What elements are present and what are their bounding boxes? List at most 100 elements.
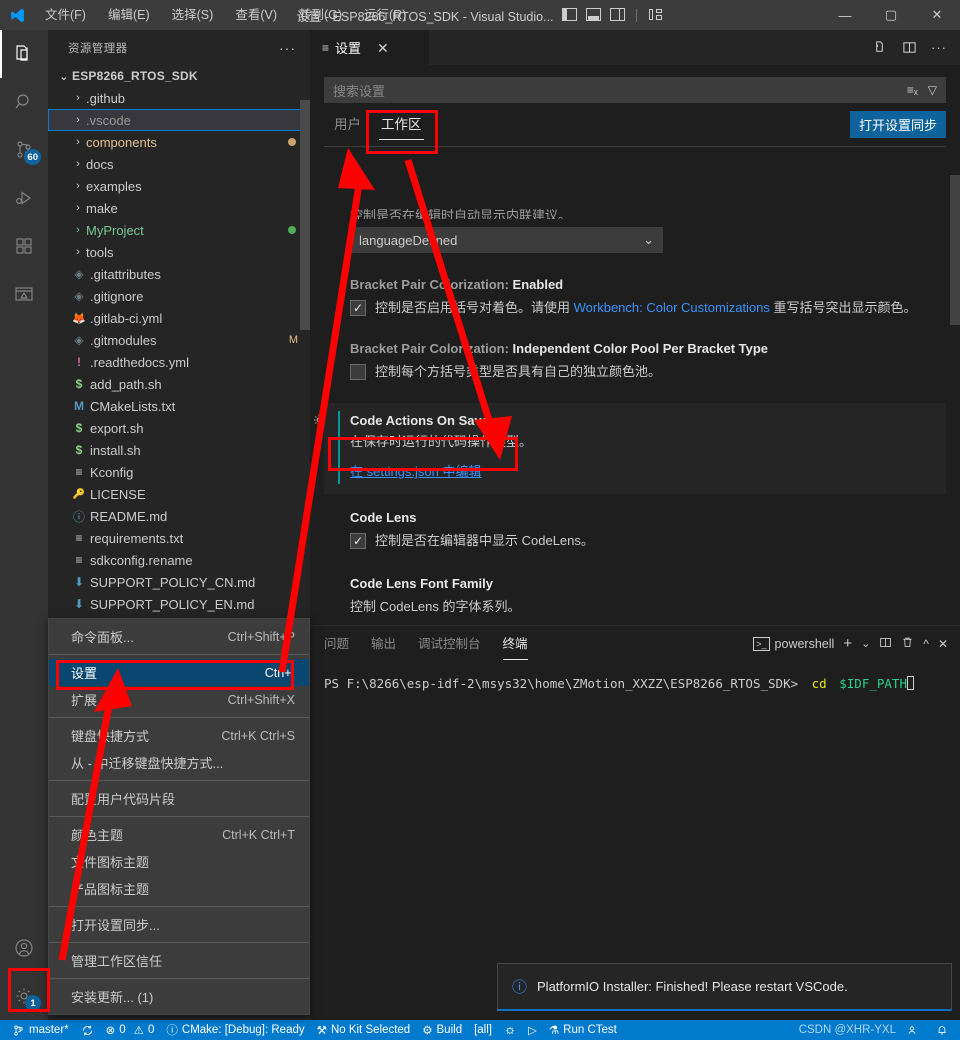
toggle-primary-sidebar-icon[interactable]: [561, 7, 578, 23]
activity-extensions[interactable]: [0, 222, 48, 270]
status-run[interactable]: ▷: [522, 1020, 543, 1040]
tree-file-install[interactable]: $ install.sh: [48, 439, 310, 461]
panel-tab-debug-console[interactable]: 调试控制台: [418, 633, 481, 654]
activity-manage-settings[interactable]: 1: [0, 972, 48, 1020]
menu-color-theme[interactable]: 颜色主题 Ctrl+K Ctrl+T: [49, 821, 309, 848]
modified-setting-gear-icon[interactable]: [312, 413, 326, 430]
maximize-panel-icon[interactable]: ^: [923, 637, 929, 651]
clear-search-icon[interactable]: ≡ₓ: [907, 83, 918, 97]
tree-file-gitmodules[interactable]: ◈ .gitmodules M: [48, 329, 310, 351]
terminal-shell-selector[interactable]: >_ powershell: [753, 636, 834, 651]
edit-in-settings-json-link[interactable]: 在 settings.json 中编辑: [350, 461, 482, 480]
status-branch[interactable]: master*: [6, 1020, 75, 1040]
customize-layout-icon[interactable]: [647, 7, 664, 23]
explorer-more-icon[interactable]: ···: [279, 40, 296, 56]
tree-file-readme[interactable]: ⓘ README.md: [48, 505, 310, 527]
status-kit[interactable]: ⚒ No Kit Selected: [311, 1020, 417, 1040]
tree-file-gitignore[interactable]: ◈ .gitignore: [48, 285, 310, 307]
tree-folder-vscode[interactable]: › .vscode: [48, 109, 310, 131]
status-ctest[interactable]: ⚗ Run CTest: [543, 1020, 623, 1040]
toggle-panel-icon[interactable]: [585, 7, 602, 23]
tree-folder-docs[interactable]: › docs: [48, 153, 310, 175]
status-problems[interactable]: ⊗ 0 ⚠ 0: [100, 1020, 161, 1040]
status-bell-icon[interactable]: [930, 1020, 954, 1040]
kill-terminal-icon[interactable]: [901, 636, 914, 652]
tree-folder-myproject[interactable]: › MyProject: [48, 219, 310, 241]
toggle-secondary-sidebar-icon[interactable]: [609, 7, 626, 23]
tree-file-sdkconfig-rename[interactable]: ≡ sdkconfig.rename: [48, 549, 310, 571]
status-debug[interactable]: [498, 1020, 522, 1040]
tab-user-settings[interactable]: 用户: [324, 113, 371, 140]
tree-file-support-policy-cn[interactable]: ⬇ SUPPORT_POLICY_CN.md: [48, 571, 310, 593]
tree-file-cmakelists[interactable]: M CMakeLists.txt: [48, 395, 310, 417]
status-target[interactable]: [all]: [468, 1020, 498, 1040]
tab-close-icon[interactable]: ✕: [377, 41, 389, 55]
menu-migrate-shortcuts[interactable]: 从 - 中迁移键盘快捷方式...: [49, 749, 309, 776]
tree-file-gitattributes[interactable]: ◈ .gitattributes: [48, 263, 310, 285]
tree-root-ESP8266_RTOS_SDK[interactable]: ⌄ ESP8266_RTOS_SDK: [48, 65, 310, 87]
panel-tab-terminal[interactable]: 终端: [502, 633, 528, 660]
menu-keyboard-shortcuts[interactable]: 键盘快捷方式 Ctrl+K Ctrl+S: [49, 722, 309, 749]
tree-folder-tools[interactable]: › tools: [48, 241, 310, 263]
tree-file-requirements[interactable]: ≡ requirements.txt: [48, 527, 310, 549]
activity-run-debug[interactable]: [0, 174, 48, 222]
close-panel-icon[interactable]: ✕: [938, 637, 948, 651]
activity-source-control[interactable]: 60: [0, 126, 48, 174]
tab-workspace-settings[interactable]: 工作区: [371, 113, 432, 140]
split-terminal-icon[interactable]: [879, 636, 892, 652]
menu-edit[interactable]: 编辑(E): [97, 0, 161, 30]
menu-selection[interactable]: 选择(S): [161, 0, 225, 30]
menu-command-palette[interactable]: 命令面板... Ctrl+Shift+P: [49, 623, 309, 650]
menu-product-icon-theme[interactable]: 产品图标主题: [49, 875, 309, 902]
panel-tab-output[interactable]: 输出: [371, 633, 396, 654]
tree-file-add-path[interactable]: $ add_path.sh: [48, 373, 310, 395]
menu-extensions[interactable]: 扩展 Ctrl+Shift+X: [49, 686, 309, 713]
menu-settings-sync[interactable]: 打开设置同步...: [49, 911, 309, 938]
tree-folder-github[interactable]: › .github: [48, 87, 310, 109]
status-cmake[interactable]: ⓘ CMake: [Debug]: Ready: [160, 1020, 310, 1040]
activity-explorer[interactable]: [0, 30, 48, 78]
notification-toast[interactable]: ⓘ PlatformIO Installer: Finished! Please…: [497, 963, 952, 1011]
status-sync[interactable]: [75, 1020, 100, 1040]
menu-more-icon[interactable]: ···: [417, 0, 453, 30]
menu-user-snippets[interactable]: 配置用户代码片段: [49, 785, 309, 812]
menu-run[interactable]: 运行(R): [353, 0, 417, 30]
tree-folder-examples[interactable]: › examples: [48, 175, 310, 197]
menu-settings[interactable]: 设置 Ctrl+,: [49, 659, 309, 686]
setting-link[interactable]: Workbench: Color Customizations: [574, 300, 770, 315]
close-button[interactable]: ✕: [914, 0, 960, 30]
maximize-button[interactable]: ▢: [868, 0, 914, 30]
activity-search[interactable]: [0, 78, 48, 126]
minimize-button[interactable]: —: [822, 0, 868, 30]
status-build[interactable]: ⚙ Build: [416, 1020, 468, 1040]
activity-testing[interactable]: [0, 270, 48, 318]
terminal-dropdown-icon[interactable]: ⌄: [861, 637, 870, 650]
settings-scrollbar[interactable]: [950, 175, 960, 325]
tree-file-license[interactable]: 🔑 LICENSE: [48, 483, 310, 505]
open-settings-sync-button[interactable]: 打开设置同步: [849, 111, 946, 138]
open-settings-json-icon[interactable]: [870, 39, 888, 57]
tree-folder-components[interactable]: › components: [48, 131, 310, 153]
editor-more-icon[interactable]: ···: [930, 39, 948, 57]
inline-suggest-dropdown[interactable]: languageDefined ⌄: [350, 227, 663, 253]
menu-file[interactable]: 文件(F): [34, 0, 97, 30]
new-terminal-icon[interactable]: +: [843, 635, 852, 652]
activity-accounts[interactable]: [0, 924, 48, 972]
setting-checkbox[interactable]: ✓: [350, 300, 366, 316]
tree-file-gitlab-ci[interactable]: 🦊 .gitlab-ci.yml: [48, 307, 310, 329]
tree-file-readthedocs[interactable]: ! .readthedocs.yml: [48, 351, 310, 373]
settings-search-input[interactable]: 搜索设置 ≡ₓ ▽: [324, 77, 946, 103]
menu-file-icon-theme[interactable]: 文件图标主题: [49, 848, 309, 875]
filter-icon[interactable]: ▽: [928, 83, 937, 97]
tree-file-kconfig[interactable]: ≡ Kconfig: [48, 461, 310, 483]
menu-manage-workspace-trust[interactable]: 管理工作区信任: [49, 947, 309, 974]
menu-view[interactable]: 查看(V): [224, 0, 288, 30]
tree-file-export[interactable]: $ export.sh: [48, 417, 310, 439]
setting-checkbox[interactable]: [350, 364, 366, 380]
split-editor-icon[interactable]: [900, 39, 918, 57]
tree-file-support-policy-en[interactable]: ⬇ SUPPORT_POLICY_EN.md: [48, 593, 310, 615]
sidebar-scrollbar[interactable]: [300, 100, 310, 330]
tab-settings[interactable]: ≡ 设置 ✕: [310, 30, 430, 65]
terminal-content[interactable]: PS F:\8266\esp-idf-2\msys32\home\ZMotion…: [310, 661, 960, 693]
menu-install-update[interactable]: 安装更新... (1): [49, 983, 309, 1010]
